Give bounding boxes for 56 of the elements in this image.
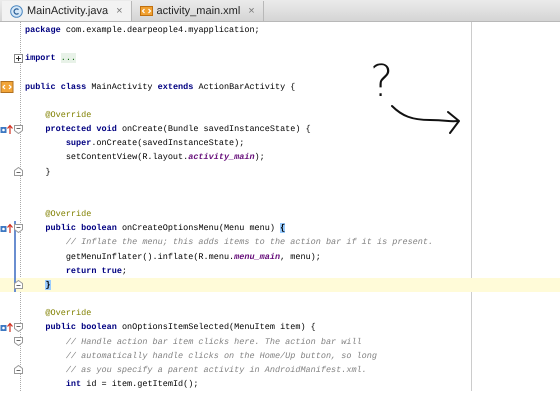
keyword-text: super [66, 138, 92, 148]
code-text: MainActivity [91, 82, 154, 92]
close-tab-button[interactable]: × [116, 5, 123, 17]
keyword-text: protected void [45, 124, 117, 134]
collapse-fold-icon[interactable] [14, 322, 23, 332]
code-text: getMenuInflater().inflate(R.menu. [66, 252, 234, 262]
code-text: .onCreate(savedInstanceState); [91, 138, 244, 148]
field-reference: menu_main [234, 252, 280, 262]
expand-fold-icon[interactable] [14, 54, 23, 63]
code-text: setContentView(R.layout. [66, 152, 188, 162]
override-marker-icon[interactable] [0, 124, 14, 135]
override-marker-icon[interactable] [0, 322, 14, 333]
folded-import: ... [60, 53, 76, 64]
code-text: id = item.getItemId(); [86, 378, 198, 389]
code-text: ActionBarActivity { [198, 82, 296, 92]
collapse-fold-icon[interactable] [14, 224, 23, 233]
keyword-text: return true [66, 266, 122, 276]
code-comment: // automatically handle clicks on the Home/Up button, so long [66, 350, 377, 361]
keyword-text: public class [25, 82, 86, 92]
handwritten-question-mark: ? [370, 60, 394, 104]
class-icon [10, 4, 23, 18]
annotation-text: @Override [45, 308, 92, 318]
matched-brace: { [280, 223, 286, 234]
code-text: } [45, 166, 51, 177]
fold-end-icon[interactable] [14, 365, 23, 374]
fold-end-icon[interactable] [14, 167, 23, 176]
code-comment: // Inflate the menu; this adds items to the action bar if it is present. [66, 237, 434, 248]
keyword-text: public boolean [45, 223, 117, 234]
annotation-text: @Override [45, 110, 92, 120]
code-text: ); [254, 152, 265, 162]
code-text: com.example.dearpeople4.myapplication; [66, 25, 260, 36]
layout-file-icon[interactable] [0, 80, 14, 93]
code-text: onCreate(Bundle savedInstanceState) { [122, 124, 311, 134]
collapse-fold-icon[interactable] [14, 124, 23, 134]
collapse-fold-icon[interactable] [14, 337, 23, 346]
keyword-text: package [25, 25, 61, 36]
annotation-text: @Override [45, 209, 92, 220]
keyword-text: import [25, 53, 56, 64]
fold-end-icon[interactable] [14, 280, 23, 290]
keyword-text: extends [158, 82, 194, 92]
xml-file-icon [140, 5, 153, 17]
hand-drawn-arrow [390, 102, 462, 136]
keyword-text: public boolean [45, 322, 117, 332]
field-reference: activity_main [188, 152, 255, 162]
editor-tab[interactable]: MainActivity.java × [2, 1, 132, 21]
matched-brace: } [45, 280, 51, 290]
keyword-text: int [66, 378, 82, 389]
code-text: onOptionsItemSelected(MenuItem item) { [122, 322, 316, 332]
code-comment: // Handle action bar item clicks here. The action bar will [66, 336, 362, 347]
code-comment: // as you specify a parent activity in AndroidManifest.xml. [66, 364, 367, 375]
close-tab-button[interactable]: × [248, 5, 255, 17]
code-text: ; [122, 266, 128, 276]
code-text: , menu); [280, 252, 321, 262]
code-text: onCreateOptionsMenu(Menu menu) [122, 223, 276, 234]
editor-tab[interactable]: activity_main.xml × [132, 1, 264, 21]
override-marker-icon[interactable] [0, 222, 14, 234]
